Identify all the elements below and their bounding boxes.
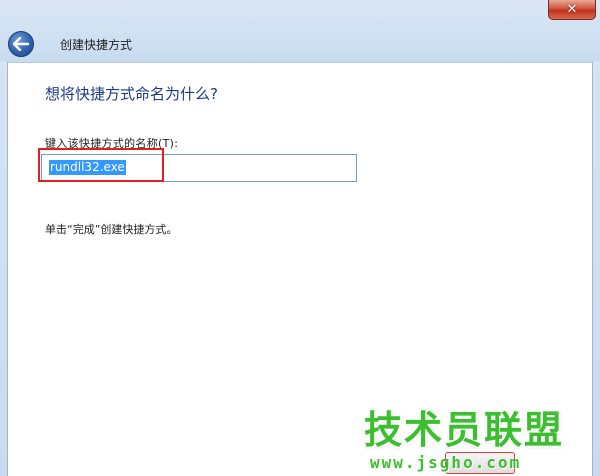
finish-instruction: 单击“完成”创建快捷方式。	[45, 223, 178, 236]
page-heading: 想将快捷方式命名为什么?	[45, 85, 218, 103]
wizard-title: 创建快捷方式	[60, 38, 133, 52]
watermark: 技术员联盟 www.jsgho.com	[364, 410, 594, 476]
red-highlight-annotation	[38, 148, 164, 182]
create-shortcut-window: ✕ 创建快捷方式 想将快捷方式命名为什么? 键入该快捷方式的名称(T): run…	[0, 0, 600, 476]
close-icon: ✕	[566, 2, 578, 17]
title-bar: ✕ 创建快捷方式	[0, 0, 600, 62]
back-button[interactable]	[8, 31, 34, 57]
watermark-brand: 技术员联盟	[364, 408, 565, 452]
close-button[interactable]: ✕	[548, 0, 596, 20]
watermark-url: www.jsgho.com	[370, 453, 522, 472]
back-arrow-icon	[13, 37, 29, 51]
